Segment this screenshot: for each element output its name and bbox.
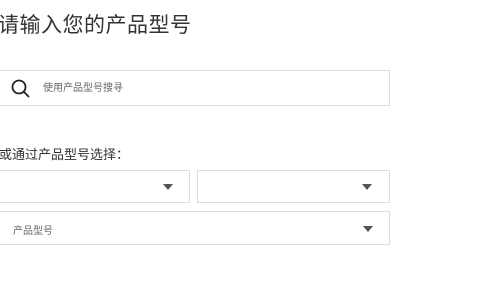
caret-down-icon [363, 226, 373, 232]
category-select[interactable] [0, 170, 190, 203]
search-box[interactable] [0, 70, 390, 106]
caret-down-icon [163, 184, 173, 190]
product-model-page: 请输入您的产品型号 或通过产品型号选择： 产品型号 [0, 0, 500, 291]
search-input[interactable] [43, 78, 373, 98]
model-select[interactable]: 产品型号 [0, 211, 390, 245]
select-section-label: 或通过产品型号选择： [0, 148, 130, 163]
series-select[interactable] [197, 170, 390, 203]
page-title: 请输入您的产品型号 [0, 13, 192, 37]
caret-down-icon [362, 184, 372, 190]
model-select-value: 产品型号 [13, 226, 53, 237]
search-icon[interactable] [11, 79, 33, 99]
